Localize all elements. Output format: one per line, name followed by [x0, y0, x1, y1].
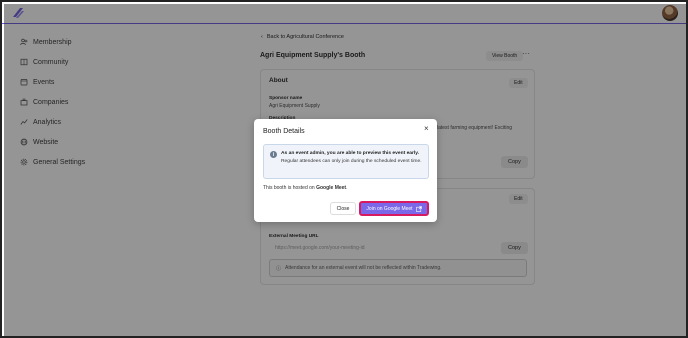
hosted-suffix: .	[346, 185, 348, 191]
admin-preview-rest: Regular attendees can only join during t…	[281, 158, 422, 164]
admin-preview-bold: As an event admin, you are able to previ…	[281, 151, 419, 156]
join-google-meet-button[interactable]: Join on Google Meet	[359, 201, 429, 216]
admin-preview-notice: i As an event admin, you are able to pre…	[263, 144, 429, 179]
hosted-platform: Google Meet	[316, 185, 347, 191]
close-icon[interactable]: ×	[424, 124, 429, 133]
hosted-prefix: This booth is hosted on	[263, 185, 317, 191]
external-link-icon	[415, 205, 422, 212]
close-button[interactable]: Close	[330, 202, 356, 215]
modal-title: Booth Details	[263, 128, 305, 135]
admin-preview-text: As an event admin, you are able to previ…	[281, 150, 426, 165]
app-window: Membership Community Events Companies An…	[0, 0, 688, 338]
info-icon: i	[270, 151, 277, 158]
booth-details-modal: Booth Details × i As an event admin, you…	[254, 119, 437, 222]
hosted-on-text: This booth is hosted on Google Meet.	[263, 185, 348, 191]
join-button-label: Join on Google Meet	[366, 205, 413, 212]
